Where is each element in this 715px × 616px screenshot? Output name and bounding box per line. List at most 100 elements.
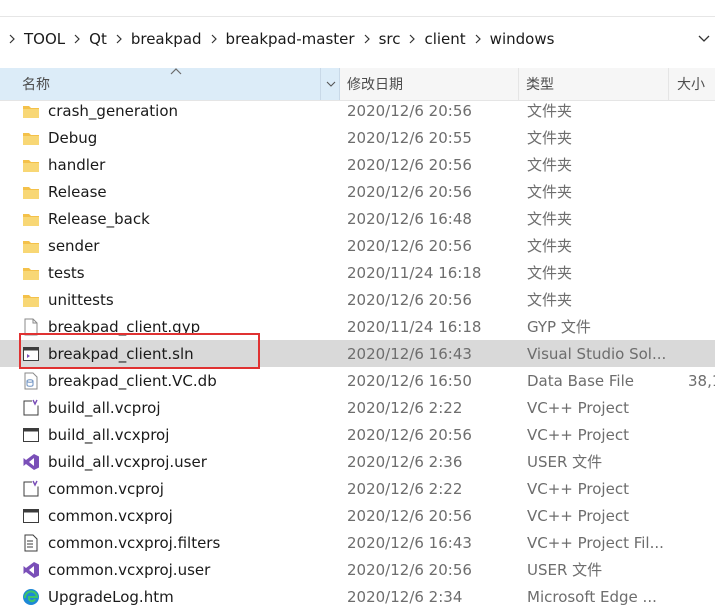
column-header-name[interactable]: 名称 — [0, 68, 340, 100]
address-dropdown-icon[interactable] — [693, 24, 715, 54]
file-type: Data Base File — [527, 371, 634, 390]
file-type: VC++ Project Fil... — [527, 533, 664, 552]
db-file-icon — [22, 372, 40, 390]
breadcrumb-separator-icon[interactable] — [359, 24, 375, 54]
vcproj-icon — [22, 399, 40, 417]
breadcrumb-item[interactable]: src — [375, 30, 405, 48]
file-type: USER 文件 — [527, 561, 603, 579]
column-header-date[interactable]: 修改日期 — [341, 68, 519, 100]
file-date: 2020/12/6 20:56 — [347, 182, 472, 201]
file-name: build_all.vcxproj — [48, 425, 170, 444]
file-name: common.vcxproj.filters — [48, 533, 221, 552]
breadcrumb-item[interactable]: windows — [486, 30, 559, 48]
breadcrumb-item[interactable]: Qt — [85, 30, 111, 48]
file-type: 文件夹 — [527, 210, 573, 228]
vs-user-icon — [22, 453, 40, 471]
breadcrumb-item[interactable]: breakpad — [127, 30, 206, 48]
breadcrumb-separator-icon[interactable] — [470, 24, 486, 54]
folder-icon — [22, 156, 40, 174]
vs-user-icon — [22, 561, 40, 579]
file-row[interactable]: Debug 2020/12/6 20:55 文件夹 — [0, 124, 715, 151]
column-header-size[interactable]: 大小 — [670, 68, 715, 100]
file-row[interactable]: breakpad_client.VC.db 2020/12/6 16:50 Data… — [0, 367, 715, 394]
vcxproj-icon — [22, 426, 40, 444]
column-header-type-label: 类型 — [526, 77, 554, 93]
file-type: 文件夹 — [527, 102, 573, 120]
file-row[interactable]: Release 2020/12/6 20:56 文件夹 — [0, 178, 715, 205]
breadcrumb-separator-icon[interactable] — [4, 24, 20, 54]
file-name: breakpad_client.VC.db — [48, 371, 217, 390]
file-name: build_all.vcxproj.user — [48, 452, 207, 471]
file-type: 文件夹 — [527, 156, 573, 174]
file-date: 2020/12/6 16:50 — [347, 371, 472, 390]
file-type: 文件夹 — [527, 183, 573, 201]
breadcrumb-separator-icon[interactable] — [111, 24, 127, 54]
file-type: VC++ Project — [527, 425, 629, 444]
file-date: 2020/12/6 16:43 — [347, 344, 472, 363]
file-row[interactable]: sender 2020/12/6 20:56 文件夹 — [0, 232, 715, 259]
file-type: USER 文件 — [527, 453, 603, 471]
file-row[interactable]: Release_back 2020/12/6 16:48 文件夹 — [0, 205, 715, 232]
column-filter-dropdown-icon[interactable] — [320, 68, 341, 100]
breadcrumb-item[interactable]: client — [420, 30, 469, 48]
window-top-strip — [0, 0, 715, 17]
breadcrumb: TOOL Qt breakpad breakpad-master src cli… — [0, 24, 558, 54]
column-header-name-label: 名称 — [22, 77, 50, 93]
file-date: 2020/12/6 20:56 — [347, 506, 472, 525]
file-date: 2020/12/6 16:48 — [347, 209, 472, 228]
folder-icon — [22, 183, 40, 201]
file-row[interactable]: build_all.vcproj 2020/12/6 2:22 VC++ Proje… — [0, 394, 715, 421]
file-name: handler — [48, 155, 106, 174]
file-row[interactable]: common.vcproj 2020/12/6 2:22 VC++ Project — [0, 475, 715, 502]
breadcrumb-item[interactable]: TOOL — [20, 30, 69, 48]
file-date: 2020/12/6 2:22 — [347, 479, 463, 498]
file-name: crash_generation — [48, 101, 179, 120]
folder-icon — [22, 210, 40, 228]
column-header-type[interactable]: 类型 — [520, 68, 669, 100]
sort-ascending-icon — [170, 68, 182, 75]
column-header-date-label: 修改日期 — [347, 77, 403, 93]
file-icon — [22, 318, 40, 336]
file-row[interactable]: crash_generation 2020/12/6 20:56 文件夹 — [0, 97, 715, 124]
file-date: 2020/11/24 16:18 — [347, 263, 482, 282]
folder-icon — [22, 129, 40, 147]
file-row[interactable]: build_all.vcxproj 2020/12/6 20:56 VC++ Pro… — [0, 421, 715, 448]
file-name: breakpad_client.gyp — [48, 317, 201, 336]
folder-icon — [22, 291, 40, 309]
edge-icon — [22, 588, 40, 606]
file-type: 文件夹 — [527, 237, 573, 255]
file-row[interactable]: common.vcxproj.user 2020/12/6 20:56 USER 文… — [0, 556, 715, 583]
file-name: tests — [48, 263, 85, 282]
file-row[interactable]: handler 2020/12/6 20:56 文件夹 — [0, 151, 715, 178]
column-header-size-label: 大小 — [677, 77, 705, 93]
breadcrumb-separator-icon[interactable] — [206, 24, 222, 54]
file-type: VC++ Project — [527, 479, 629, 498]
file-row[interactable]: breakpad_client.gyp 2020/11/24 16:18 GYP 文… — [0, 313, 715, 340]
file-type: 文件夹 — [527, 264, 573, 282]
file-date: 2020/12/6 20:56 — [347, 155, 472, 174]
file-row[interactable]: common.vcxproj.filters 2020/12/6 16:43 VC+… — [0, 529, 715, 556]
file-row[interactable]: common.vcxproj 2020/12/6 20:56 VC++ Projec… — [0, 502, 715, 529]
file-name: unittests — [48, 290, 114, 309]
file-row[interactable]: breakpad_client.sln 2020/12/6 16:43 Visual… — [0, 340, 715, 367]
file-name: UpgradeLog.htm — [48, 587, 174, 606]
file-type: 文件夹 — [527, 129, 573, 147]
file-row[interactable]: unittests 2020/12/6 20:56 文件夹 — [0, 286, 715, 313]
file-name: Debug — [48, 128, 98, 147]
address-bar[interactable]: TOOL Qt breakpad breakpad-master src cli… — [0, 24, 715, 54]
file-name: Release_back — [48, 209, 150, 228]
filters-icon — [22, 534, 40, 552]
breadcrumb-separator-icon[interactable] — [404, 24, 420, 54]
folder-icon — [22, 102, 40, 120]
file-date: 2020/12/6 2:22 — [347, 398, 463, 417]
vcxproj-icon — [22, 507, 40, 525]
file-row[interactable]: tests 2020/11/24 16:18 文件夹 — [0, 259, 715, 286]
breadcrumb-separator-icon[interactable] — [69, 24, 85, 54]
file-date: 2020/12/6 20:56 — [347, 236, 472, 255]
breadcrumb-item[interactable]: breakpad-master — [222, 30, 359, 48]
file-row[interactable]: build_all.vcxproj.user 2020/12/6 2:36 USER… — [0, 448, 715, 475]
file-type: VC++ Project — [527, 506, 629, 525]
file-row[interactable]: UpgradeLog.htm 2020/12/6 2:34 Microsoft Ed… — [0, 583, 715, 610]
file-name: Release — [48, 182, 107, 201]
file-name: common.vcxproj — [48, 506, 173, 525]
